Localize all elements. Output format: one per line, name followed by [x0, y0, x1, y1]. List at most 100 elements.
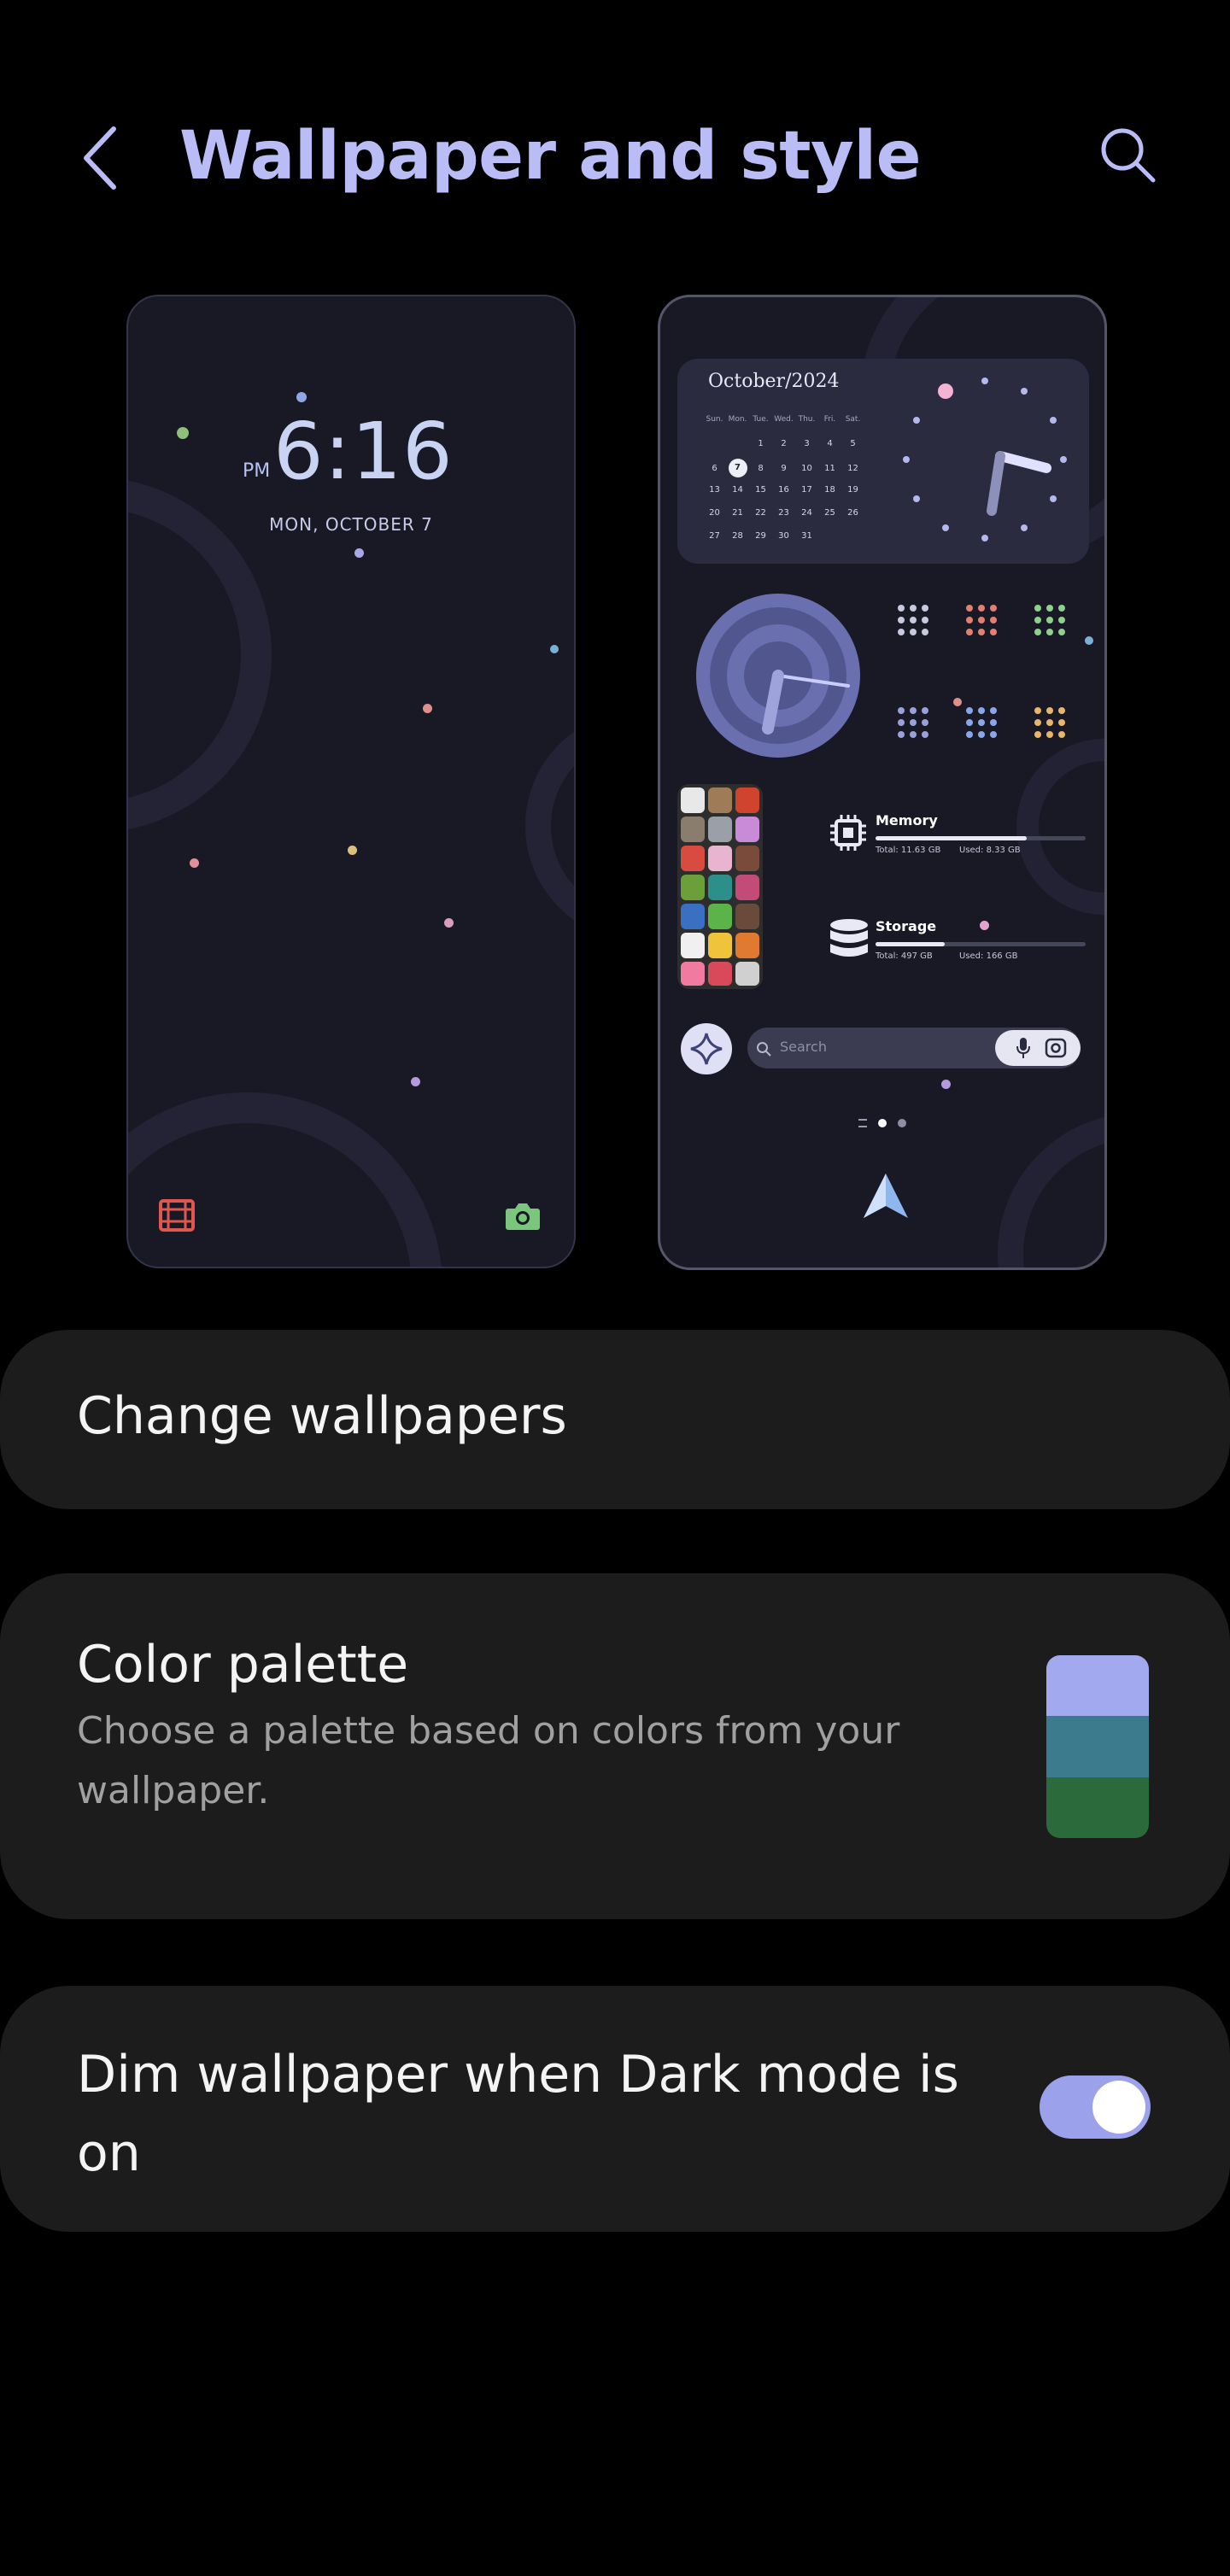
calendar-day: 2: [781, 439, 787, 448]
search-icon: [757, 1042, 771, 1057]
lock-date: MON, OCTOBER 7: [269, 514, 433, 535]
calendar-day: 9: [781, 463, 787, 473]
calendar-day: 12: [847, 463, 858, 473]
calendar-day: 17: [801, 485, 812, 495]
calendar-day: 23: [778, 508, 789, 518]
calendar-week: 6 7 8 9 10 11 12: [703, 459, 864, 477]
film-icon: [159, 1199, 195, 1232]
color-palette-item[interactable]: Color palette Choose a palette based on …: [0, 1573, 1230, 1919]
storage-label: Storage: [876, 918, 937, 934]
lock-ampm: PM: [243, 460, 271, 482]
memory-total: Total: 11.63 GB: [876, 846, 941, 855]
calendar-weekday: Sat.: [845, 415, 861, 424]
calendar-day: 11: [824, 463, 835, 473]
round-clock-widget[interactable]: [694, 592, 862, 759]
page-indicator: [858, 1119, 906, 1127]
lock-clock: 6:16: [273, 406, 454, 497]
calendar-title: October/2024: [708, 371, 840, 392]
decor-dot: [550, 645, 559, 653]
decor-dot: [411, 1077, 420, 1086]
calendar-weekday: Thu.: [798, 415, 816, 424]
color-palette-subtitle: Choose a palette based on colors from yo…: [77, 1709, 900, 1812]
calendar-weekday: Mon.: [728, 415, 747, 424]
palette-color-primary: [1046, 1655, 1149, 1717]
lens-icon[interactable]: [1045, 1038, 1067, 1058]
change-wallpapers-label: Change wallpapers: [77, 1386, 567, 1446]
calendar-day: 4: [827, 439, 833, 448]
calendar-weekday: Wed.: [774, 415, 794, 424]
memory-bar-fill: [876, 836, 1028, 840]
color-palette-title: Color palette: [77, 1635, 409, 1695]
decor-dot: [444, 918, 454, 928]
palette-color-tertiary: [1046, 1777, 1149, 1838]
calendar-day: 29: [755, 531, 766, 541]
calendar-day: 15: [755, 485, 766, 495]
calendar-day: 14: [732, 485, 743, 495]
navigation-arrow-icon[interactable]: [862, 1172, 910, 1221]
photo-widget[interactable]: [677, 784, 763, 989]
decor-dot: [980, 921, 989, 930]
memory-used: Used: 8.33 GB: [959, 846, 1021, 855]
calendar-day: 27: [709, 531, 720, 541]
calendar-day: 13: [709, 485, 720, 495]
page-dot: [858, 1119, 867, 1127]
search-button[interactable]: [1089, 116, 1166, 193]
palette-color-secondary: [1046, 1716, 1149, 1777]
calendar-today: 7: [728, 459, 747, 477]
home-screen-preview[interactable]: October/2024 Sun. Mon. Tue. Wed. Thu. Fr…: [658, 295, 1107, 1270]
decor-dot: [296, 392, 307, 402]
calendar-day: 21: [732, 508, 743, 518]
lock-shortcut-left[interactable]: [159, 1199, 195, 1235]
calendar-day: 31: [801, 531, 812, 541]
decor-dot: [354, 548, 364, 558]
change-wallpapers-item[interactable]: Change wallpapers: [0, 1330, 1230, 1509]
mic-icon[interactable]: [1016, 1037, 1031, 1059]
calendar-weekday: Tue.: [753, 415, 769, 424]
camera-icon: [506, 1203, 540, 1230]
calendar-day: 30: [778, 531, 789, 541]
search-icon: [1101, 128, 1156, 183]
calendar-day: 20: [709, 508, 720, 518]
calendar-day: 24: [801, 508, 812, 518]
lock-shortcut-right[interactable]: [505, 1202, 541, 1234]
chevron-left-icon: [84, 126, 116, 190]
database-icon: [830, 919, 868, 957]
app-icon-grid[interactable]: [891, 598, 1096, 760]
calendar-day: 19: [847, 485, 858, 495]
decor-dot: [941, 1080, 951, 1089]
storage-total: Total: 497 GB: [876, 951, 933, 961]
calendar-weekday: Sun.: [706, 415, 723, 424]
calendar-week: 27 28 29 30 31: [703, 531, 864, 541]
calendar-day: 8: [758, 463, 764, 473]
voice-lens-chip[interactable]: [995, 1030, 1081, 1066]
calendar-day: 6: [712, 463, 718, 473]
calendar-day: [726, 439, 749, 448]
color-palette-swatch[interactable]: [1046, 1655, 1149, 1838]
calendar-weekday: Fri.: [823, 415, 836, 424]
calendar-day: 16: [778, 485, 789, 495]
calendar-day: 28: [732, 531, 743, 541]
dim-wallpaper-toggle[interactable]: [1040, 2075, 1151, 2139]
decor-dot: [423, 704, 432, 713]
lock-screen-preview[interactable]: PM 6:16 MON, OCTOBER 7: [126, 295, 576, 1268]
calendar-day: [703, 439, 726, 448]
decor-dot: [177, 427, 189, 439]
storage-bar-fill: [876, 942, 946, 946]
calendar-day: 18: [824, 485, 835, 495]
toggle-knob: [1092, 2081, 1145, 2134]
back-button[interactable]: [70, 120, 130, 196]
calendar-day: [841, 531, 864, 541]
calendar-day: 5: [850, 439, 856, 448]
storage-used: Used: 166 GB: [959, 951, 1018, 961]
calendar-day: [818, 531, 841, 541]
home-search-placeholder: Search: [780, 1039, 827, 1055]
calendar-day: 10: [801, 463, 812, 473]
memory-label: Memory: [876, 812, 938, 828]
calendar-day: 22: [755, 508, 766, 518]
sparkle-icon[interactable]: [679, 1022, 734, 1076]
calendar-day: 26: [847, 508, 858, 518]
page-dot: [898, 1119, 906, 1127]
analog-clock-icon: [903, 378, 1067, 542]
calendar-day: 1: [758, 439, 764, 448]
calendar-weekdays: Sun. Mon. Tue. Wed. Thu. Fri. Sat.: [703, 415, 864, 424]
